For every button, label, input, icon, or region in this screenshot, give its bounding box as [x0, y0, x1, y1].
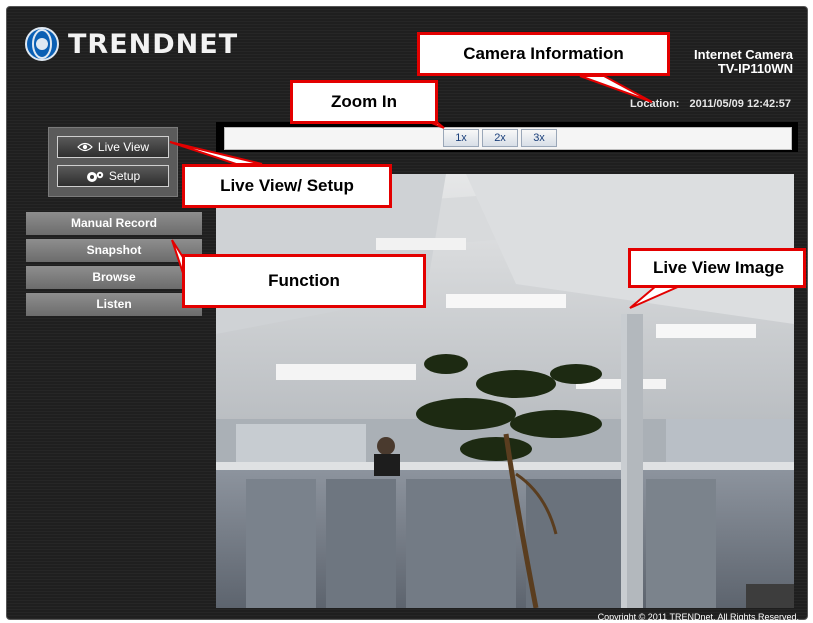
live-view-image-callout: Live View Image	[628, 248, 806, 288]
zoom-in-callout: Zoom In	[290, 80, 438, 124]
live-view-setup-callout: Live View/ Setup	[182, 164, 392, 208]
camera-information-callout: Camera Information	[417, 32, 670, 76]
function-callout: Function	[182, 254, 426, 308]
